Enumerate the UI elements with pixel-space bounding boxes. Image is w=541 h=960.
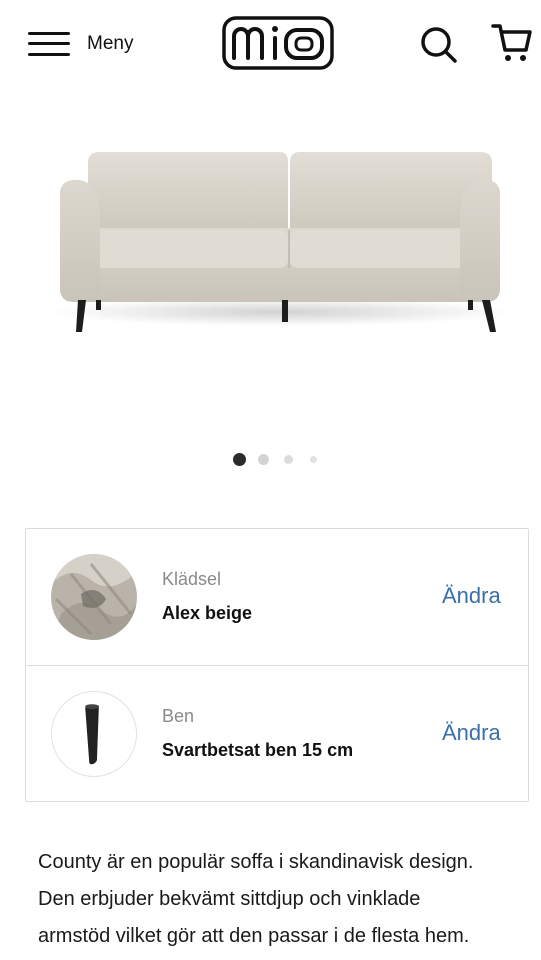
change-legs-link[interactable]: Ändra	[442, 720, 501, 746]
description-line: Den erbjuder bekvämt sittdjup och vinkla…	[38, 888, 421, 910]
carousel-pagination	[0, 452, 541, 468]
cart-icon[interactable]	[490, 20, 534, 64]
option-label-legs: Ben	[162, 706, 195, 726]
description-line: armstöd vilket gör att den passar i de f…	[38, 925, 470, 947]
product-description: County är en populär soffa i skandinavis…	[38, 844, 538, 955]
option-row-legs: Ben Svartbetsat ben 15 cm Ändra	[26, 666, 528, 802]
option-row-upholstery: Klädsel Alex beige Ändra	[26, 529, 528, 666]
description-line: County är en populär soffa i skandinavis…	[38, 851, 474, 873]
option-label-upholstery: Klädsel	[162, 569, 222, 589]
menu-label: Meny	[87, 33, 134, 54]
option-value-upholstery: Alex beige	[162, 603, 253, 623]
sofa-product-image[interactable]	[40, 130, 520, 360]
option-value-legs: Svartbetsat ben 15 cm	[162, 740, 354, 760]
fabric-swatch-image	[51, 554, 137, 640]
product-options-card: Klädsel Alex beige Ändra Ben Svartbetsat…	[25, 528, 529, 802]
site-header: Meny	[0, 0, 541, 88]
carousel-dot[interactable]	[284, 455, 293, 464]
leg-swatch-image	[51, 691, 137, 777]
change-upholstery-link[interactable]: Ändra	[442, 583, 501, 609]
carousel-dot-active[interactable]	[233, 453, 246, 466]
search-icon[interactable]	[418, 24, 458, 64]
carousel-dot[interactable]	[310, 456, 317, 463]
mio-logo[interactable]	[222, 16, 334, 70]
carousel-dot[interactable]	[258, 454, 269, 465]
hamburger-icon	[28, 29, 70, 59]
menu-button[interactable]: Meny	[28, 24, 133, 64]
